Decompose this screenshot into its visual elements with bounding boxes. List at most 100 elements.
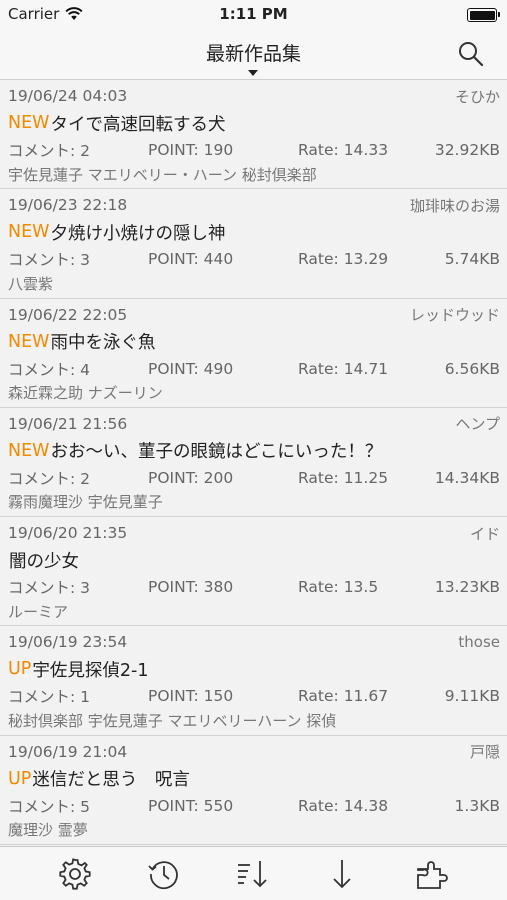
item-author: ヘンプ: [455, 415, 500, 434]
item-points: POINT: 150: [148, 687, 234, 706]
item-author: those: [458, 633, 500, 652]
item-tags: 八雲紫: [8, 274, 54, 293]
item-title-row: 闇の少女: [8, 545, 500, 575]
item-badge: UP: [8, 768, 32, 789]
list-item[interactable]: 19/06/19 21:04 戸隠 UP 迷信だと思う 呪言 コメント: 5 P…: [0, 735, 507, 846]
item-rate: Rate: 14.33: [298, 141, 389, 159]
item-stats-row: コメント: 1 POINT: 150 Rate: 11.67 9.11KB: [8, 684, 500, 708]
item-author: 戸隠: [469, 743, 500, 762]
item-rate: Rate: 14.71: [298, 359, 389, 378]
item-size: 9.11KB: [444, 687, 500, 706]
search-icon[interactable]: [457, 40, 485, 68]
sort-icon[interactable]: [236, 857, 270, 891]
puzzle-icon[interactable]: [414, 857, 448, 891]
item-date: 19/06/19 21:04: [8, 742, 128, 761]
item-title-row: UP 宇佐見探偵2-1: [8, 654, 500, 684]
list-item[interactable]: 19/06/20 21:35 イド 闇の少女 コメント: 3 POINT: 38…: [0, 517, 507, 627]
item-rate: Rate: 13.5: [298, 578, 379, 597]
item-meta-row: 19/06/22 22:05 レッドウッド: [8, 303, 500, 327]
item-rate: Rate: 11.25: [298, 468, 389, 487]
item-stats-row: コメント: 2 POINT: 200 Rate: 11.25 14.34KB: [8, 466, 500, 490]
status-time: 1:11 PM: [219, 5, 288, 23]
item-title-row: NEW タイで高速回転する犬: [8, 108, 500, 138]
item-tags: 秘封倶楽部 宇佐見蓮子 マエリベリーハーン 探偵: [8, 711, 337, 730]
item-size: 1.3KB: [454, 796, 500, 815]
list-item[interactable]: 19/06/22 22:05 レッドウッド NEW 雨中を泳ぐ魚 コメント: 4…: [0, 298, 507, 408]
item-title-row: NEW 雨中を泳ぐ魚: [8, 327, 500, 357]
item-comments: コメント: 4: [8, 360, 91, 379]
list-item[interactable]: 19/06/23 22:18 珈琲味のお湯 NEW 夕焼け小焼けの隠し神 コメン…: [0, 189, 507, 299]
item-size: 13.23KB: [434, 578, 500, 597]
download-icon[interactable]: [325, 857, 359, 891]
item-points: POINT: 440: [148, 250, 234, 269]
item-rate: Rate: 13.29: [298, 250, 389, 269]
item-stats-row: コメント: 2 POINT: 190 Rate: 14.33 32.92KB: [8, 138, 500, 162]
item-badge: NEW: [8, 113, 50, 133]
item-date: 19/06/19 23:54: [8, 633, 128, 652]
item-title: 闇の少女: [9, 551, 79, 572]
item-author: イド: [469, 524, 500, 543]
item-points: POINT: 550: [148, 796, 234, 815]
item-title-row: UP 迷信だと思う 呪言: [8, 764, 500, 794]
item-title-row: NEW おお〜い、菫子の眼鏡はどこにいった！？: [8, 436, 500, 466]
item-meta-row: 19/06/24 04:03 そひか: [8, 84, 500, 108]
item-author: そひか: [454, 87, 500, 106]
item-author: 珈琲味のお湯: [409, 196, 500, 215]
nav-bar: 最新作品集: [0, 30, 507, 80]
work-list: 19/06/24 04:03 そひか NEW タイで高速回転する犬 コメント: …: [0, 80, 507, 846]
tab-bar: [0, 846, 507, 900]
list-item[interactable]: 19/06/21 21:56 ヘンプ NEW おお〜い、菫子の眼鏡はどこにいった…: [0, 407, 507, 518]
item-comments: コメント: 5: [8, 797, 91, 816]
battery-icon: [467, 8, 500, 22]
list-item[interactable]: 19/06/19 23:54 those UP 宇佐見探偵2-1 コメント: 1…: [0, 626, 507, 736]
list-item[interactable]: 19/06/24 04:03 そひか NEW タイで高速回転する犬 コメント: …: [0, 80, 507, 190]
item-points: POINT: 190: [148, 141, 234, 159]
item-stats-row: コメント: 5 POINT: 550 Rate: 14.38 1.3KB: [8, 794, 500, 818]
item-meta-row: 19/06/19 21:04 戸隠: [8, 740, 500, 764]
item-badge: NEW: [8, 331, 50, 352]
item-tags: 宇佐見蓮子 マエリベリー・ハーン 秘封倶楽部: [8, 165, 317, 184]
item-date: 19/06/20 21:35: [8, 524, 128, 543]
item-date: 19/06/22 22:05: [8, 305, 128, 324]
item-stats-row: コメント: 4 POINT: 490 Rate: 14.71 6.56KB: [8, 357, 500, 381]
item-size: 6.56KB: [444, 359, 500, 378]
item-size: 14.34KB: [434, 468, 500, 487]
item-title: タイで高速回転する犬: [50, 114, 226, 135]
item-stats-row: コメント: 3 POINT: 440 Rate: 13.29 5.74KB: [8, 247, 500, 271]
item-tags: ルーミア: [8, 602, 69, 621]
item-date: 19/06/21 21:56: [8, 414, 128, 433]
item-stats-row: コメント: 3 POINT: 380 Rate: 13.5 13.23KB: [8, 575, 500, 599]
item-title: 迷信だと思う 呪言: [32, 770, 190, 791]
item-title: 雨中を泳ぐ魚: [50, 333, 156, 354]
item-tags: 霧雨魔理沙 宇佐見菫子: [8, 493, 163, 512]
item-rate: Rate: 14.38: [298, 796, 389, 815]
item-tags: 魔理沙 霊夢: [8, 821, 88, 840]
item-comments: コメント: 1: [8, 688, 91, 707]
item-badge: NEW: [8, 440, 50, 461]
caret-down-icon[interactable]: [248, 70, 258, 76]
item-title: おお〜い、菫子の眼鏡はどこにいった！？: [50, 442, 383, 463]
item-meta-row: 19/06/20 21:35 イド: [8, 521, 500, 545]
item-meta-row: 19/06/19 23:54 those: [8, 630, 500, 654]
item-badge: UP: [8, 659, 32, 680]
item-points: POINT: 200: [148, 468, 234, 487]
item-tags: 森近霖之助 ナズーリン: [8, 384, 163, 403]
item-comments: コメント: 2: [8, 142, 91, 160]
item-meta-row: 19/06/23 22:18 珈琲味のお湯: [8, 193, 500, 217]
gear-icon[interactable]: [58, 857, 92, 891]
item-badge: NEW: [8, 222, 50, 243]
item-size: 5.74KB: [444, 250, 500, 269]
item-title-row: NEW 夕焼け小焼けの隠し神: [8, 217, 500, 247]
status-bar: Carrier 1:11 PM: [0, 0, 507, 30]
history-icon[interactable]: [147, 857, 181, 891]
item-comments: コメント: 2: [8, 469, 91, 488]
item-comments: コメント: 3: [8, 251, 91, 270]
page-title[interactable]: 最新作品集: [0, 39, 507, 66]
item-date: 19/06/24 04:03: [8, 87, 128, 105]
item-title: 夕焼け小焼けの隠し神: [50, 223, 226, 244]
item-points: POINT: 380: [148, 578, 234, 597]
item-date: 19/06/23 22:18: [8, 196, 128, 215]
item-author: レッドウッド: [409, 306, 500, 325]
item-title: 宇佐見探偵2-1: [32, 660, 149, 681]
item-meta-row: 19/06/21 21:56 ヘンプ: [8, 412, 500, 436]
